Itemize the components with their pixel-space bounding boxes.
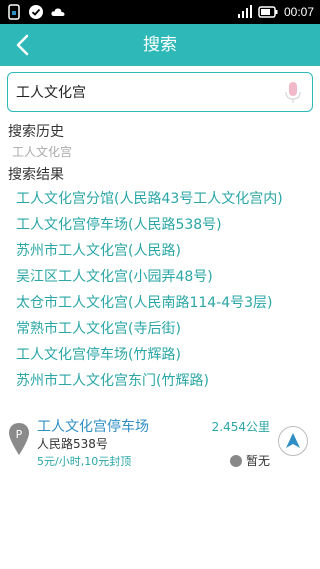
microphone-icon — [285, 82, 301, 103]
parking-price: 5元/小时,10元封顶 — [37, 455, 132, 468]
parking-pin-icon: P — [8, 422, 30, 456]
result-item[interactable]: 苏州市工人文化宫(人民路) — [16, 238, 283, 264]
result-item[interactable]: 工人文化宫停车场(竹辉路) — [16, 342, 283, 368]
history-item[interactable]: 工人文化宫 — [12, 143, 72, 160]
parking-status-text: 暂无 — [245, 454, 270, 468]
parking-detail-card[interactable]: P 工人文化宫停车场 2.454公里 人民路538号 5元/小时,10元封顶 暂… — [0, 408, 320, 474]
sim-lock-icon — [6, 4, 22, 20]
result-item[interactable]: 工人文化宫分馆(人民路43号工人文化宫内) — [16, 186, 283, 212]
title-bar: 搜索 — [0, 24, 320, 66]
search-input[interactable] — [16, 73, 276, 111]
parking-address: 人民路538号 — [37, 437, 108, 451]
navigation-arrow-icon — [286, 433, 300, 448]
result-item[interactable]: 工人文化宫停车场(人民路538号) — [16, 212, 283, 238]
notification-check-icon — [28, 4, 44, 20]
status-dot-icon — [229, 454, 242, 467]
navigate-button[interactable] — [278, 426, 308, 456]
status-bar-right: 00:07 — [236, 3, 314, 21]
result-item[interactable]: 苏州市工人文化宫东门(竹辉路) — [16, 368, 283, 394]
battery-icon — [258, 4, 278, 20]
cloud-icon — [50, 4, 66, 20]
svg-text:P: P — [16, 428, 23, 441]
status-time: 00:07 — [283, 5, 314, 19]
parking-name[interactable]: 工人文化宫停车场 — [37, 416, 149, 436]
page-title: 搜索 — [143, 35, 177, 55]
result-item[interactable]: 吴江区工人文化宫(小园弄48号) — [16, 264, 283, 290]
history-label: 搜索历史 — [8, 124, 64, 140]
result-item[interactable]: 太仓市工人文化宫(人民南路114-4号3层) — [16, 290, 283, 316]
results-label: 搜索结果 — [8, 167, 64, 183]
result-item[interactable]: 常熟市工人文化宫(寺后街) — [16, 316, 283, 342]
parking-distance: 2.454公里 — [211, 420, 270, 434]
signal-icon — [236, 4, 252, 20]
search-box — [7, 72, 313, 112]
voice-search-button[interactable] — [284, 81, 302, 105]
chevron-left-icon — [16, 34, 29, 56]
parking-status: 暂无 — [229, 452, 270, 469]
results-list: 工人文化宫分馆(人民路43号工人文化宫内) 工人文化宫停车场(人民路538号) … — [16, 186, 283, 394]
status-bar: 00:07 — [0, 0, 320, 24]
status-bar-left — [6, 3, 66, 21]
back-button[interactable] — [8, 30, 38, 60]
